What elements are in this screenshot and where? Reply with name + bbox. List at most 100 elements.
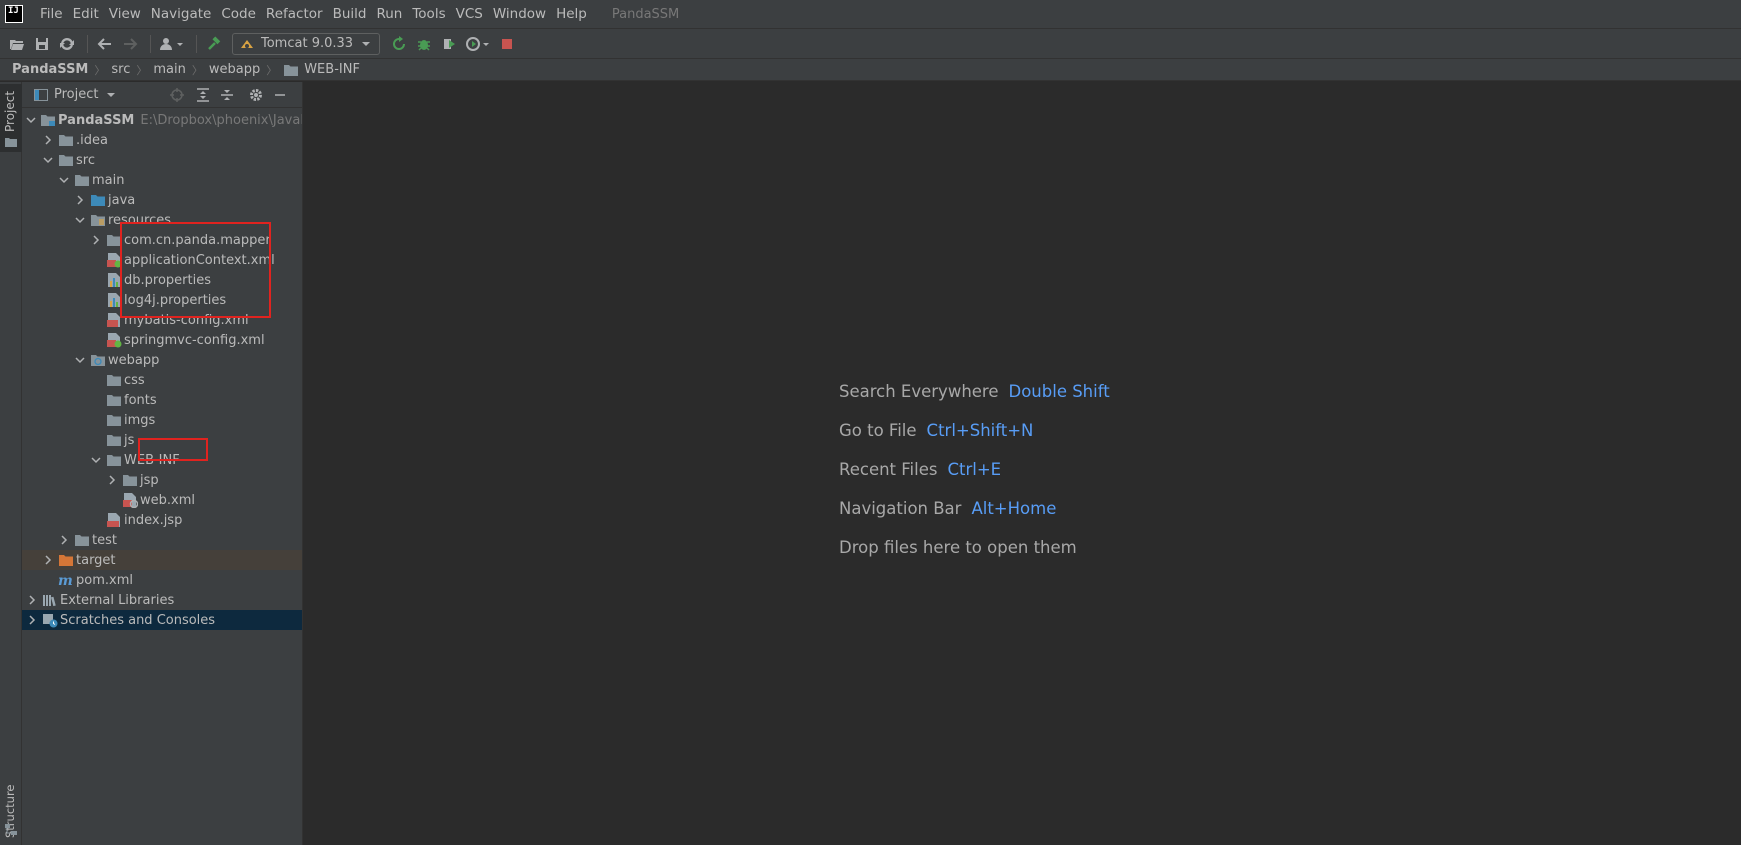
forward-icon[interactable]: [119, 33, 141, 55]
folder-icon: [284, 64, 299, 76]
source-folder-icon: [90, 192, 106, 208]
folder-icon: [106, 372, 122, 388]
tree-item-scratches-and-consoles[interactable]: Scratches and Consoles: [22, 610, 302, 630]
spring-xml-icon: [106, 332, 122, 348]
tree-item-web-xml[interactable]: web.xml: [22, 490, 302, 510]
menu-build[interactable]: Build: [328, 6, 372, 22]
tree-item-idea[interactable]: .idea: [22, 130, 302, 150]
tree-item-jsp[interactable]: jsp: [22, 470, 302, 490]
chevron-down-icon[interactable]: [106, 90, 116, 100]
breadcrumb-project[interactable]: PandaSSM: [12, 62, 88, 77]
tree-item-springmvc-config-xml[interactable]: springmvc-config.xml: [22, 330, 302, 350]
tree-item-pom-xml[interactable]: m pom.xml: [22, 570, 302, 590]
menu-view[interactable]: View: [104, 6, 146, 22]
profile-icon[interactable]: [463, 33, 493, 55]
run-configuration-label: Tomcat 9.0.33: [261, 36, 354, 51]
back-icon[interactable]: [94, 33, 116, 55]
chevron-down-icon[interactable]: [26, 114, 36, 126]
hint-search-everywhere: Search Everywhere Double Shift: [839, 382, 1110, 401]
save-icon[interactable]: [31, 33, 53, 55]
user-icon[interactable]: [157, 33, 187, 55]
chevron-down-icon[interactable]: [74, 354, 86, 366]
libraries-icon: [42, 592, 58, 608]
chevron-right-icon[interactable]: [58, 534, 70, 546]
menu-file[interactable]: File: [35, 6, 68, 22]
menu-run[interactable]: Run: [371, 6, 407, 22]
tree-item-label: css: [124, 372, 145, 388]
menu-refactor[interactable]: Refactor: [261, 6, 328, 22]
hide-panel-icon[interactable]: [271, 86, 289, 104]
project-path-hint: E:\Dropbox\phoenix\JavaPro: [140, 112, 303, 128]
tree-item-main[interactable]: main: [22, 170, 302, 190]
chevron-down-icon: [362, 41, 371, 46]
tree-item-label: springmvc-config.xml: [124, 332, 265, 348]
chevron-right-icon[interactable]: [106, 474, 118, 486]
tree-item-webapp[interactable]: webapp: [22, 350, 302, 370]
tree-item-external-libraries[interactable]: External Libraries: [22, 590, 302, 610]
sync-icon[interactable]: [56, 33, 78, 55]
tree-item-fonts[interactable]: fonts: [22, 390, 302, 410]
breadcrumb-main[interactable]: main: [153, 62, 185, 77]
menu-edit[interactable]: Edit: [68, 6, 104, 22]
tree-item-label: .idea: [76, 132, 108, 148]
web-xml-icon: [122, 492, 138, 508]
chevron-right-icon[interactable]: [42, 134, 54, 146]
tree-item-label: webapp: [108, 352, 160, 368]
expand-all-icon[interactable]: [194, 86, 212, 104]
breadcrumb-webapp[interactable]: webapp: [209, 62, 260, 77]
chevron-down-icon[interactable]: [74, 214, 86, 226]
tomcat-icon: [241, 39, 253, 48]
debug-icon[interactable]: [413, 33, 435, 55]
tree-item-target[interactable]: target: [22, 550, 302, 570]
open-icon[interactable]: [6, 33, 28, 55]
coverage-icon[interactable]: [438, 33, 460, 55]
folder-icon: [5, 138, 17, 147]
tree-item-index-jsp[interactable]: index.jsp: [22, 510, 302, 530]
locate-icon[interactable]: [168, 86, 186, 104]
tree-item-label: index.jsp: [124, 512, 183, 528]
tree-item-java[interactable]: java: [22, 190, 302, 210]
breadcrumb-src[interactable]: src: [111, 62, 130, 77]
tree-item-label: pom.xml: [76, 572, 133, 588]
chevron-right-icon[interactable]: [42, 554, 54, 566]
tree-item-imgs[interactable]: imgs: [22, 410, 302, 430]
project-panel-title[interactable]: Project: [54, 87, 98, 102]
chevron-right-icon[interactable]: [26, 614, 38, 626]
menu-window[interactable]: Window: [488, 6, 551, 22]
editor-hints: Search Everywhere Double Shift Go to Fil…: [839, 372, 1110, 567]
project-tool-window-button[interactable]: Project: [0, 84, 22, 152]
gear-icon[interactable]: [247, 86, 265, 104]
tree-item-label: Scratches and Consoles: [60, 612, 216, 628]
menu-help[interactable]: Help: [551, 6, 592, 22]
tree-item-pandassm[interactable]: PandaSSM E:\Dropbox\phoenix\JavaPro: [22, 110, 303, 130]
hint-navigation-bar: Navigation Bar Alt+Home: [839, 499, 1057, 518]
tree-item-src[interactable]: src: [22, 150, 302, 170]
editor-empty-area[interactable]: Search Everywhere Double Shift Go to Fil…: [304, 82, 1741, 845]
folder-icon: [106, 392, 122, 408]
project-stripe-label: Project: [3, 90, 17, 132]
tree-item-css[interactable]: css: [22, 370, 302, 390]
menu-tools[interactable]: Tools: [407, 6, 450, 22]
tree-item-label: main: [92, 172, 125, 188]
chevron-down-icon[interactable]: [42, 154, 54, 166]
chevron-right-icon[interactable]: [26, 594, 38, 606]
breadcrumb-web-inf[interactable]: WEB-INF: [304, 62, 360, 77]
structure-icon: [5, 824, 17, 835]
stop-icon[interactable]: [496, 33, 518, 55]
rerun-icon[interactable]: [388, 33, 410, 55]
chevron-right-icon[interactable]: [90, 234, 102, 246]
collapse-all-icon[interactable]: [218, 86, 236, 104]
menu-navigate[interactable]: Navigate: [146, 6, 217, 22]
chevron-down-icon[interactable]: [58, 174, 70, 186]
tree-item-test[interactable]: test: [22, 530, 302, 550]
menu-code[interactable]: Code: [216, 6, 261, 22]
build-hammer-icon[interactable]: [203, 33, 225, 55]
menu-vcs[interactable]: VCS: [451, 6, 488, 22]
chevron-down-icon[interactable]: [90, 454, 102, 466]
folder-icon: [106, 432, 122, 448]
maven-icon: m: [58, 572, 74, 588]
chevron-right-icon[interactable]: [74, 194, 86, 206]
run-configuration-selector[interactable]: Tomcat 9.0.33: [232, 32, 381, 55]
tree-item-label: target: [76, 552, 116, 568]
svg-text:m: m: [58, 573, 73, 588]
